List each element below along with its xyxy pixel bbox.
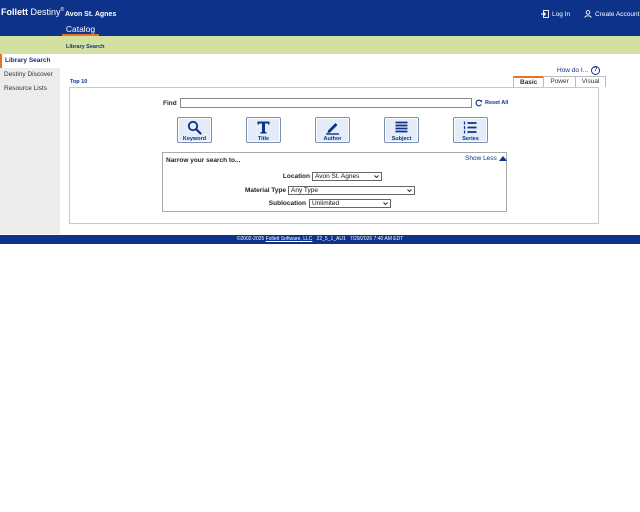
location-value: Avon St. Agnes (315, 173, 360, 180)
sublocation-value: Unlimited (312, 200, 340, 207)
subject-search-button[interactable]: Subject (384, 117, 419, 143)
magnifier-icon (187, 120, 202, 135)
sidebar-item-resource-lists[interactable]: Resource Lists (0, 82, 60, 96)
sidebar: Library Search Destiny Discover Resource… (0, 54, 60, 234)
title-search-button[interactable]: Title (246, 117, 281, 143)
keyword-label: Keyword (182, 136, 207, 142)
chevron-down-icon (383, 202, 388, 206)
login-link[interactable]: Log In (541, 10, 570, 18)
location-select[interactable]: Avon St. Agnes (312, 172, 382, 181)
catalog-tab[interactable]: Catalog (62, 23, 99, 36)
title-t-icon (257, 121, 270, 134)
site-name: Avon St. Agnes (65, 11, 117, 18)
show-less-link[interactable]: Show Less (465, 155, 507, 162)
subject-label: Subject (391, 136, 412, 142)
show-less-label: Show Less (465, 155, 497, 162)
keyword-search-button[interactable]: Keyword (177, 117, 212, 143)
footer-company-link[interactable]: Follett Software, LLC (266, 236, 313, 242)
tab-visual[interactable]: Visual (574, 76, 607, 87)
reset-all-label: Reset All (485, 100, 509, 106)
title-label: Title (257, 136, 270, 142)
follett-destiny-logo[interactable]: Follett Destiny® (1, 7, 64, 17)
logo-mark: ® (60, 7, 65, 13)
footer-bar: ©2002-2025 Follett Software, LLC 22_5_1_… (0, 235, 640, 244)
top-header: Follett Destiny® Avon St. Agnes Catalog … (0, 0, 640, 36)
reset-all-link[interactable]: Reset All (475, 99, 508, 107)
subheader-bar: Library Search (0, 36, 640, 54)
find-input[interactable] (180, 98, 472, 108)
material-type-value: Any Type (291, 187, 318, 194)
series-search-button[interactable]: Series (453, 117, 488, 143)
narrow-title: Narrow your search to... (166, 157, 241, 164)
breadcrumb: Library Search (66, 44, 105, 50)
location-label: Location (282, 173, 310, 180)
chevron-down-icon (374, 175, 379, 179)
series-label: Series (462, 136, 479, 142)
help-icon: ? (591, 66, 601, 75)
how-do-i-link[interactable]: How do I... ? (557, 66, 601, 75)
chevron-down-icon (407, 189, 412, 193)
material-type-label: Material Type (244, 187, 286, 194)
footer-copyright: ©2002-2025 (236, 236, 266, 242)
user-icon (584, 10, 592, 18)
create-account-label: Create Account (595, 10, 640, 18)
numbered-list-icon (463, 121, 477, 134)
triangle-up-icon (498, 156, 507, 161)
material-type-select[interactable]: Any Type (288, 186, 415, 195)
find-label: Find (163, 100, 177, 107)
author-label: Author (323, 136, 342, 142)
sublocation-label: Sublocation (268, 200, 306, 207)
pen-icon (326, 123, 339, 135)
login-label: Log In (552, 10, 571, 18)
logo-destiny: Destiny (28, 7, 61, 17)
tab-power[interactable]: Power (543, 76, 576, 87)
tab-basic[interactable]: Basic (513, 76, 545, 87)
footer-version: 22_5_1_AU1 (316, 236, 346, 242)
login-icon (541, 10, 549, 18)
author-search-button[interactable]: Author (315, 117, 350, 143)
refresh-icon (475, 99, 483, 107)
search-mode-tabs: Basic Power Visual (513, 76, 607, 87)
create-account-link[interactable]: Create Account (584, 10, 639, 18)
lines-icon (395, 121, 408, 133)
sublocation-select[interactable]: Unlimited (309, 199, 391, 208)
how-do-i-label: How do I... (557, 67, 589, 74)
top-10-link[interactable]: Top 10 (70, 79, 87, 85)
footer-datetime: 7/29/2026 7:40 AM EDT (349, 236, 404, 242)
logo-follett: Follett (1, 7, 28, 17)
sidebar-item-destiny-discover[interactable]: Destiny Discover (0, 68, 60, 82)
sidebar-item-library-search[interactable]: Library Search (0, 54, 60, 68)
